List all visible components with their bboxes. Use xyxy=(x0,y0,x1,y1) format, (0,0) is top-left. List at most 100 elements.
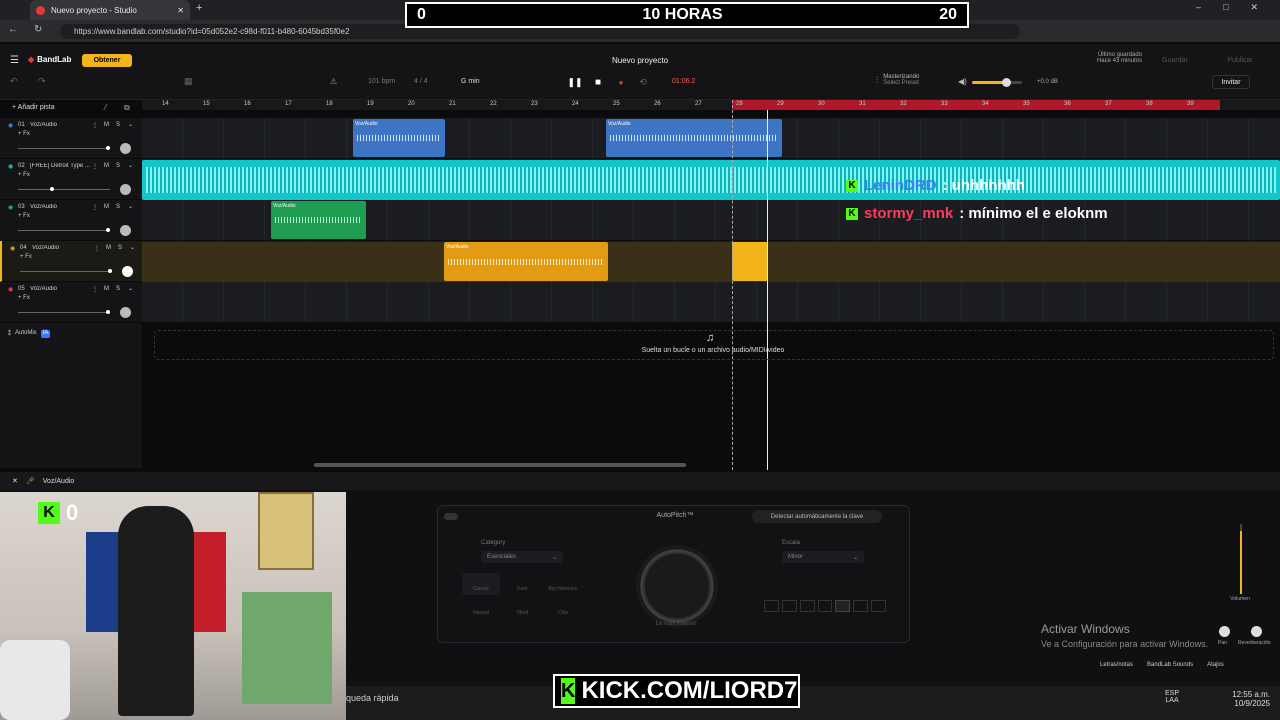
chevron-down-icon[interactable]: ⌄ xyxy=(128,203,133,210)
playhead[interactable] xyxy=(767,110,768,470)
scale-select[interactable]: Minor ⌄ xyxy=(782,551,864,563)
undo-icon[interactable]: ↶ xyxy=(10,76,18,87)
tracks-settings-icon[interactable]: ⧉ xyxy=(124,103,130,113)
solo-button[interactable]: S xyxy=(116,163,120,169)
clip-track2-beat[interactable] xyxy=(142,160,1280,200)
chevron-down-icon[interactable]: ⌄ xyxy=(128,162,133,169)
redo-icon[interactable]: ↷ xyxy=(38,76,46,87)
fx-button[interactable]: + Fx xyxy=(18,295,30,301)
time-signature-field[interactable]: 4 / 4 xyxy=(414,78,428,85)
clip-track1-a[interactable]: Voz/Audio xyxy=(353,119,445,157)
pause-button[interactable]: ❚❚ xyxy=(567,76,582,89)
master-volume-slider[interactable] xyxy=(972,78,1022,87)
preset-duet[interactable]: Duet xyxy=(503,573,541,595)
track-menu-icon[interactable]: ⋮ xyxy=(92,204,98,211)
obtener-button[interactable]: Obtener xyxy=(82,54,132,67)
preset-chip[interactable]: Chip xyxy=(544,597,582,619)
publish-button[interactable]: Publicar xyxy=(1210,54,1270,67)
clip-track1-b[interactable]: Voz/Audio xyxy=(606,119,782,157)
chevron-down-icon[interactable]: ⌄ xyxy=(130,244,135,251)
track-header[interactable]: ◉ 03 Voz/Audio + Fx ⋮ M S ⌄ xyxy=(0,200,142,241)
volume-handle[interactable] xyxy=(50,187,54,191)
taskbar-search[interactable]: queda rápida xyxy=(346,693,399,703)
lyrics-link[interactable]: Letras/notas xyxy=(1100,662,1133,668)
add-track-button[interactable]: + Añadir pista xyxy=(12,104,55,111)
track-header[interactable]: ◉ 02 [FREE] Detroit Type ... + Fx ⋮ M S ⌄ xyxy=(0,159,142,200)
solo-button[interactable]: S xyxy=(116,286,120,292)
clip-track3[interactable]: Voz/Audio xyxy=(271,201,366,239)
track-name[interactable]: Voz/Audio xyxy=(32,245,92,251)
new-tab-icon[interactable]: + xyxy=(196,2,202,14)
pan-knob[interactable] xyxy=(1219,626,1230,637)
detect-key-button[interactable]: Detectar automáticamente la clave xyxy=(752,510,882,523)
save-button[interactable]: Guardar xyxy=(1150,54,1200,67)
chevron-down-icon[interactable]: ⌄ xyxy=(128,285,133,292)
fx-button[interactable]: + Fx xyxy=(18,172,30,178)
grid-icon[interactable]: ▦ xyxy=(184,76,193,87)
clip-track4[interactable]: Voz/Audio xyxy=(444,242,608,281)
key-notes[interactable] xyxy=(764,600,887,612)
track-header[interactable]: ◉ 05 Voz/Audio + Fx ⋮ M S ⌄ xyxy=(0,282,142,323)
track-volume-slider[interactable] xyxy=(18,148,110,149)
mute-button[interactable]: M xyxy=(106,245,111,251)
preset-classic[interactable]: Classic xyxy=(462,573,500,595)
recording-clip[interactable] xyxy=(732,242,768,281)
loop-button[interactable]: ⟲ xyxy=(636,76,650,89)
mute-button[interactable]: M xyxy=(104,163,109,169)
clock[interactable]: 12:55 a.m. 10/9/2025 xyxy=(1228,690,1270,708)
mastering-selector[interactable]: ⫶ Masterizando Select Preset xyxy=(876,74,919,86)
horizontal-scrollbar[interactable] xyxy=(314,463,686,467)
track-name[interactable]: Voz/Audio xyxy=(30,286,90,292)
refresh-icon[interactable]: ↻ xyxy=(34,24,42,35)
shortcuts-link[interactable]: Atajos xyxy=(1207,662,1224,668)
close-editor-icon[interactable]: ✕ xyxy=(12,477,18,485)
solo-button[interactable]: S xyxy=(116,122,120,128)
fx-button[interactable]: + Fx xyxy=(18,131,30,137)
wand-icon[interactable]: ⁄ xyxy=(105,103,106,112)
fx-button[interactable]: + Fx xyxy=(20,254,32,260)
solo-button[interactable]: S xyxy=(118,245,122,251)
track-volume-slider[interactable] xyxy=(18,230,110,231)
preset-big-harmony[interactable]: Big Harmony xyxy=(544,573,582,595)
stop-button[interactable]: ■ xyxy=(591,76,605,89)
track-name[interactable]: Voz/Audio xyxy=(30,122,90,128)
back-icon[interactable]: ← xyxy=(8,24,18,35)
language-indicator[interactable]: ESP LAA xyxy=(1165,690,1179,704)
autopitch-toggle[interactable] xyxy=(444,513,458,520)
pan-knob[interactable] xyxy=(120,307,131,318)
pan-knob[interactable] xyxy=(120,184,131,195)
pan-knob[interactable] xyxy=(122,266,133,277)
volume-handle[interactable] xyxy=(106,310,110,314)
track-volume-slider[interactable] xyxy=(18,189,110,190)
track-name[interactable]: Voz/Audio xyxy=(30,204,90,210)
preset-natural[interactable]: Natural xyxy=(462,597,500,619)
fx-button[interactable]: + Fx xyxy=(18,213,30,219)
mute-button[interactable]: M xyxy=(104,122,109,128)
invite-button[interactable]: Invitar xyxy=(1212,75,1250,89)
record-button[interactable]: ● xyxy=(614,76,628,89)
track-menu-icon[interactable]: ⋮ xyxy=(92,286,98,293)
volume-meter[interactable] xyxy=(1240,524,1242,594)
track-menu-icon[interactable]: ⋮ xyxy=(94,245,100,252)
track-lane[interactable] xyxy=(142,282,1280,323)
window-controls[interactable]: –□✕ xyxy=(1196,2,1280,13)
track-header[interactable]: ◉ 04 Voz/Audio + Fx ⋮ M S ⌄ xyxy=(0,241,142,282)
browser-tab[interactable]: Nuevo proyecto - Studio ✕ xyxy=(30,0,190,20)
category-select[interactable]: Esenciales ⌄ xyxy=(481,551,563,563)
track-menu-icon[interactable]: ⋮ xyxy=(92,122,98,129)
solo-button[interactable]: S xyxy=(116,204,120,210)
reverb-knob[interactable] xyxy=(1251,626,1262,637)
track-volume-slider[interactable] xyxy=(20,271,112,272)
track-menu-icon[interactable]: ⋮ xyxy=(92,163,98,170)
automix-row[interactable]: ⁑ AutoMix IA xyxy=(0,324,142,344)
pan-knob[interactable] xyxy=(120,143,131,154)
mute-button[interactable]: M xyxy=(104,286,109,292)
key-field[interactable]: G min xyxy=(461,78,480,85)
close-tab-icon[interactable]: ✕ xyxy=(177,6,184,15)
volume-handle[interactable] xyxy=(108,269,112,273)
volume-handle[interactable] xyxy=(106,146,110,150)
track-volume-slider[interactable] xyxy=(18,312,110,313)
metronome-icon[interactable]: ⚠ xyxy=(330,77,337,86)
track-name[interactable]: [FREE] Detroit Type ... xyxy=(30,163,90,169)
autopitch-knob[interactable] xyxy=(636,545,718,627)
